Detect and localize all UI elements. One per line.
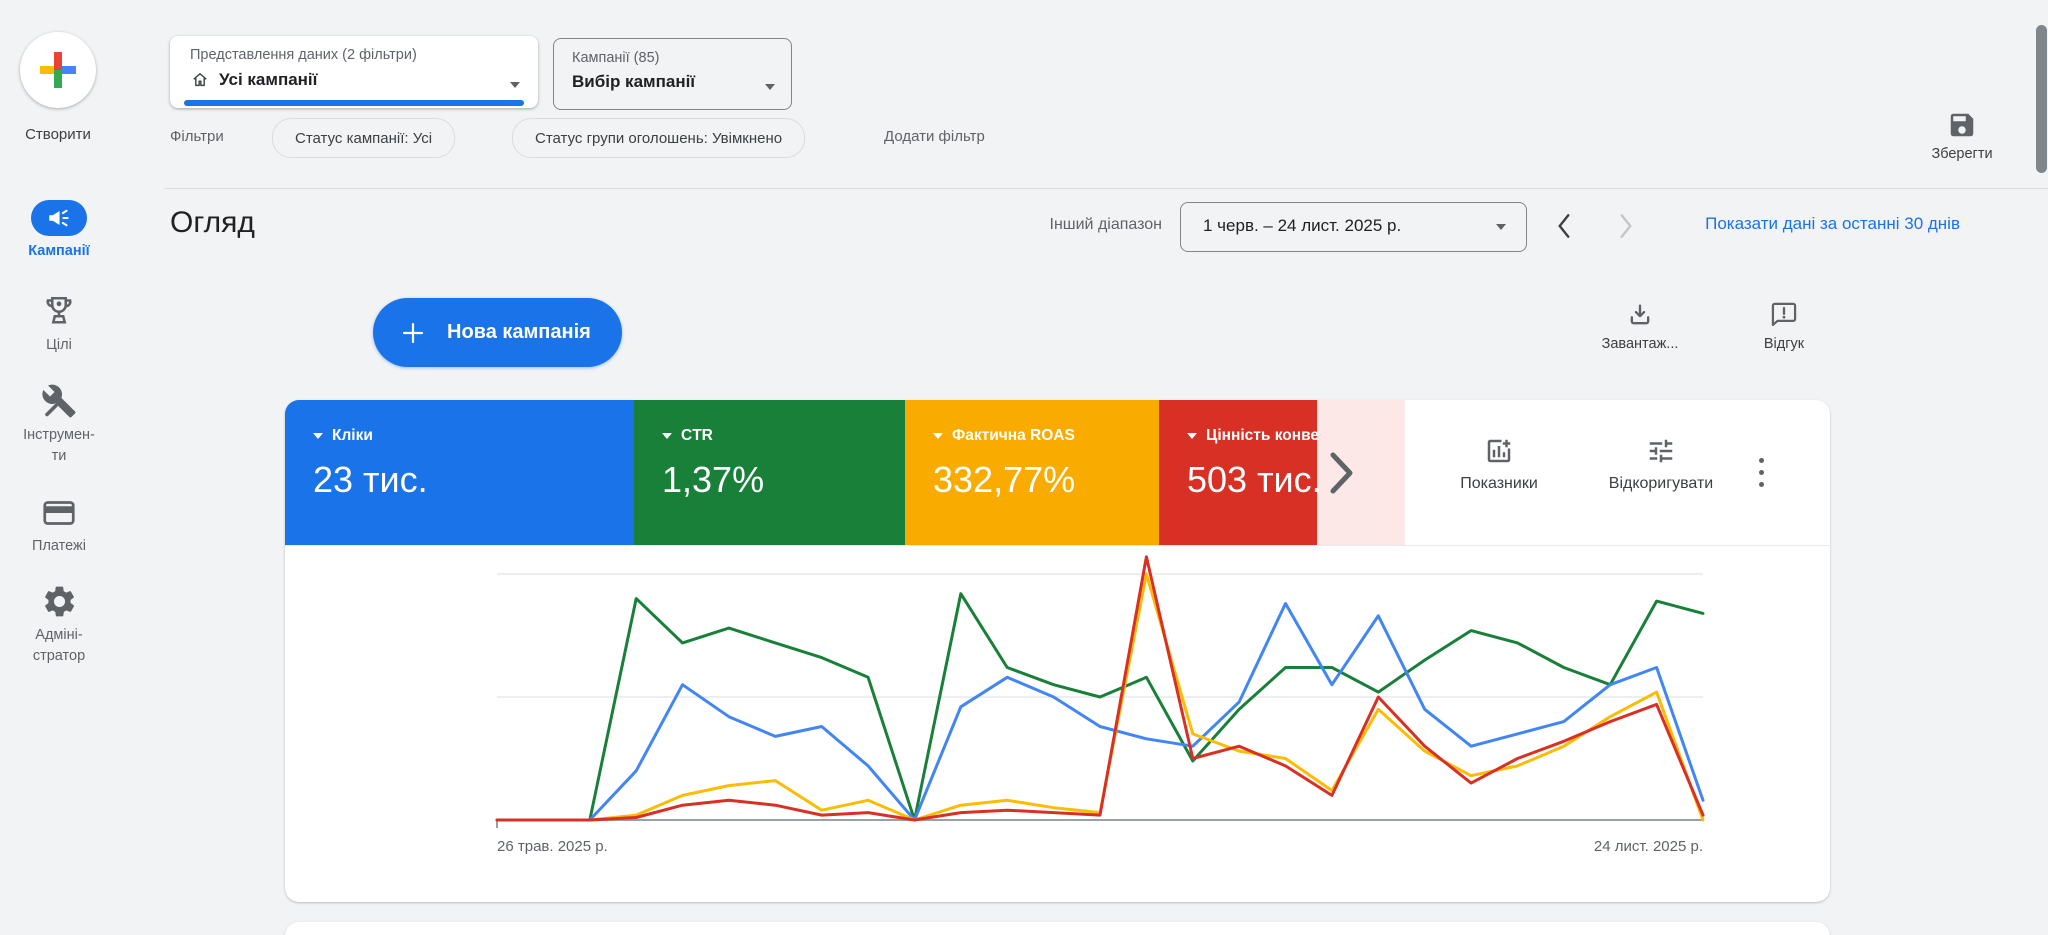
sidebar-label-billing: Платежі xyxy=(32,536,86,557)
download-icon xyxy=(1626,301,1654,329)
scorecard-label: Цінність конве... xyxy=(1206,427,1332,445)
sidebar-label-campaigns: Кампанії xyxy=(28,241,90,262)
metrics-label: Показники xyxy=(1460,475,1538,493)
google-ads-screen: Створити Кампанії Цілі Інстр xyxy=(0,0,2048,935)
chevron-down-icon xyxy=(933,433,943,439)
scorecard-label: CTR xyxy=(681,427,713,445)
download-label: Завантаж... xyxy=(1602,336,1679,352)
scorecard-value: 503 тис. xyxy=(1187,459,1322,501)
previous-period-button[interactable] xyxy=(1544,206,1584,246)
campaign-select-title: Кампанії (85) xyxy=(572,50,659,66)
scorecards-next-button[interactable] xyxy=(1323,448,1359,498)
filter-chip-campaign-status[interactable]: Статус кампанії: Усі xyxy=(272,118,455,158)
save-label: Зберегти xyxy=(1931,146,1992,162)
scorecard-clicks[interactable]: Кліки 23 тис. xyxy=(285,400,634,545)
kebab-dot xyxy=(1759,470,1764,475)
google-plus-icon xyxy=(40,52,76,88)
sidebar-label-admin: Адміні- стратор xyxy=(33,625,85,667)
metrics-button[interactable]: Показники xyxy=(1437,436,1561,493)
date-range-picker[interactable]: 1 черв. – 24 лист. 2025 р. xyxy=(1180,202,1527,252)
new-campaign-button[interactable]: Нова кампанія xyxy=(373,298,622,367)
create-button-label: Створити xyxy=(0,126,116,143)
overview-chart[interactable] xyxy=(497,540,1703,860)
trophy-icon xyxy=(41,292,77,330)
x-axis-start-label: 26 трав. 2025 р. xyxy=(497,838,608,855)
add-chart-icon xyxy=(1484,436,1514,466)
chevron-down-icon xyxy=(765,84,775,90)
scorecard-roas[interactable]: Фактична ROAS 332,77% xyxy=(905,400,1159,545)
credit-card-icon xyxy=(41,495,77,531)
chevron-right-icon xyxy=(1327,450,1355,496)
chevron-down-icon xyxy=(662,433,672,439)
chart-line-CTR xyxy=(497,594,1703,820)
megaphone-icon xyxy=(46,205,72,231)
tune-icon xyxy=(1646,436,1676,466)
tools-icon xyxy=(41,382,77,420)
chart-line-Цінність конверсії xyxy=(497,557,1703,820)
chevron-down-icon xyxy=(510,82,520,88)
date-range-value: 1 черв. – 24 лист. 2025 р. xyxy=(1203,216,1401,236)
scorecard-ctr[interactable]: CTR 1,37% xyxy=(634,400,905,545)
adjust-button[interactable]: Відкоригувати xyxy=(1587,436,1735,493)
more-options-button[interactable] xyxy=(1753,452,1770,493)
sidebar-item-campaigns[interactable]: Кампанії xyxy=(0,200,118,262)
chart-line-Кліки xyxy=(497,604,1703,821)
scorecard-label: Фактична ROAS xyxy=(952,427,1075,445)
data-view-title: Представлення даних (2 фільтри) xyxy=(190,47,417,63)
create-button[interactable] xyxy=(20,32,96,108)
scorecard-value: 332,77% xyxy=(933,459,1075,501)
custom-range-label: Інший діапазон xyxy=(1020,216,1162,234)
show-last-30-days-link[interactable]: Показати дані за останні 30 днів xyxy=(1664,214,1960,234)
sidebar-label-goals: Цілі xyxy=(46,335,72,356)
header-divider xyxy=(164,188,2048,189)
next-period-button[interactable] xyxy=(1606,206,1646,246)
page-title: Огляд xyxy=(170,206,255,240)
feedback-button[interactable]: Відгук xyxy=(1736,301,1832,352)
scorecard-conversion-value[interactable]: Цінність конве... 503 тис. xyxy=(1159,400,1405,545)
overview-card: Кліки 23 тис. CTR 1,37% Фактична ROAS 33… xyxy=(285,400,1830,902)
x-axis-end-label: 24 лист. 2025 р. xyxy=(1503,838,1703,855)
sidebar-item-admin[interactable]: Адміні- стратор xyxy=(0,583,118,667)
sidebar-item-goals[interactable]: Цілі xyxy=(0,292,118,356)
campaign-select-dropdown[interactable]: Кампанії (85) Вибір кампанії xyxy=(553,38,792,110)
adjust-label: Відкоригувати xyxy=(1609,475,1713,493)
chevron-right-icon xyxy=(1615,211,1637,241)
kebab-dot xyxy=(1759,482,1764,487)
save-button[interactable]: Зберегти xyxy=(1906,110,2018,162)
feedback-icon xyxy=(1770,301,1798,329)
scorecard-label: Кліки xyxy=(332,427,373,445)
data-view-value: Усі кампанії xyxy=(219,70,317,90)
sidebar-label-tools: Інструмен- ти xyxy=(23,425,95,467)
next-section-card xyxy=(285,922,1830,935)
active-view-underline xyxy=(184,100,524,106)
gear-icon xyxy=(41,583,78,620)
scrollbar[interactable] xyxy=(2036,25,2047,173)
filters-label: Фільтри xyxy=(170,128,224,145)
chevron-down-icon xyxy=(1187,433,1197,439)
download-button[interactable]: Завантаж... xyxy=(1592,301,1688,352)
scorecard-value: 23 тис. xyxy=(313,459,428,501)
plus-icon xyxy=(401,321,425,345)
scorecard-value: 1,37% xyxy=(662,459,764,501)
sidebar-item-tools[interactable]: Інструмен- ти xyxy=(0,382,118,467)
campaign-select-value: Вибір кампанії xyxy=(572,72,695,92)
sidebar-item-billing[interactable]: Платежі xyxy=(0,495,118,557)
chevron-down-icon xyxy=(313,433,323,439)
feedback-label: Відгук xyxy=(1764,336,1804,352)
add-filter-button[interactable]: Додати фільтр xyxy=(884,128,985,145)
kebab-dot xyxy=(1759,458,1764,463)
chevron-down-icon xyxy=(1496,224,1506,230)
filter-chip-label: Статус кампанії: Усі xyxy=(295,130,432,147)
filter-chip-label: Статус групи оголошень: Увімкнено xyxy=(535,130,782,147)
save-icon xyxy=(1947,110,1977,140)
new-campaign-label: Нова кампанія xyxy=(447,321,591,344)
chevron-left-icon xyxy=(1553,211,1575,241)
home-icon xyxy=(190,70,210,90)
data-view-dropdown[interactable]: Представлення даних (2 фільтри) Усі камп… xyxy=(170,36,538,108)
filter-chip-adgroup-status[interactable]: Статус групи оголошень: Увімкнено xyxy=(512,118,805,158)
